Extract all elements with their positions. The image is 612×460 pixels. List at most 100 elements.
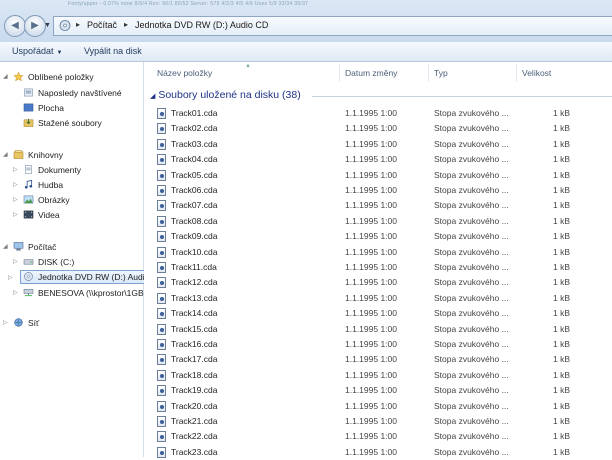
file-name: Track13.cda bbox=[171, 292, 218, 303]
file-name: Track18.cda bbox=[171, 369, 218, 380]
collapsed-arrow-icon[interactable]: ▷ bbox=[13, 196, 18, 203]
file-date: 1.1.1995 1:00 bbox=[345, 354, 397, 365]
breadcrumb-separator-icon[interactable]: ▸ bbox=[76, 20, 80, 29]
address-breadcrumb[interactable]: ▸ Počítač ▸ Jednotka DVD RW (D:) Audio C… bbox=[53, 16, 612, 36]
file-date: 1.1.1995 1:00 bbox=[345, 277, 397, 288]
organize-button[interactable]: Uspořádat ▼ bbox=[12, 46, 62, 56]
expanded-arrow-icon[interactable]: ◢ bbox=[3, 243, 8, 250]
table-row[interactable]: Track02.cda 1.1.1995 1:00 Stopa zvukového … bbox=[144, 121, 612, 136]
table-row[interactable]: Track14.cda 1.1.1995 1:00 Stopa zvukového … bbox=[144, 306, 612, 321]
sidebar-item-videos[interactable]: ▷ Videa bbox=[13, 210, 60, 220]
collapsed-arrow-icon[interactable]: ▷ bbox=[13, 289, 18, 296]
burn-to-disc-button[interactable]: Vypálit na disk bbox=[84, 46, 142, 56]
file-date: 1.1.1995 1:00 bbox=[345, 323, 397, 334]
expanded-arrow-icon[interactable]: ◢ bbox=[3, 151, 8, 158]
command-bar: Uspořádat ▼ Vypálit na disk bbox=[0, 42, 612, 62]
sidebar-item-pictures[interactable]: ▷ Obrázky bbox=[13, 195, 70, 205]
file-date: 1.1.1995 1:00 bbox=[345, 385, 397, 396]
expanded-arrow-icon[interactable]: ◢ bbox=[3, 73, 8, 80]
file-type: Stopa zvukového ... bbox=[434, 323, 509, 334]
breadcrumb-separator-icon[interactable]: ▸ bbox=[124, 20, 128, 29]
file-type: Stopa zvukového ... bbox=[434, 385, 509, 396]
sidebar-item-downloads[interactable]: Stažené soubory bbox=[23, 118, 102, 128]
column-header-date[interactable]: Datum změny bbox=[345, 68, 397, 78]
file-date: 1.1.1995 1:00 bbox=[345, 431, 397, 442]
audio-track-file-icon bbox=[157, 308, 166, 320]
sidebar-item-recent[interactable]: Naposledy navštívené bbox=[23, 88, 122, 98]
sidebar-item-desktop[interactable]: Plocha bbox=[23, 103, 64, 113]
music-icon bbox=[24, 180, 33, 189]
collapsed-arrow-icon[interactable]: ▷ bbox=[13, 181, 18, 188]
group-header-label: Soubory uložené na disku (38) bbox=[158, 89, 301, 101]
table-row[interactable]: Track17.cda 1.1.1995 1:00 Stopa zvukového … bbox=[144, 352, 612, 367]
breadcrumb-computer[interactable]: Počítač bbox=[87, 20, 117, 30]
table-row[interactable]: Track12.cda 1.1.1995 1:00 Stopa zvukového … bbox=[144, 275, 612, 290]
table-row[interactable]: Track19.cda 1.1.1995 1:00 Stopa zvukového … bbox=[144, 383, 612, 398]
expanded-arrow-icon[interactable]: ◢ bbox=[150, 93, 155, 100]
table-row[interactable]: Track18.cda 1.1.1995 1:00 Stopa zvukového … bbox=[144, 368, 612, 383]
file-name: Track20.cda bbox=[171, 400, 218, 411]
file-type: Stopa zvukového ... bbox=[434, 138, 509, 149]
table-row[interactable]: Track04.cda 1.1.1995 1:00 Stopa zvukového … bbox=[144, 152, 612, 167]
sidebar-item-music[interactable]: ▷ Hudba bbox=[13, 180, 63, 190]
collapsed-arrow-icon[interactable]: ▷ bbox=[13, 258, 18, 265]
file-name: Track12.cda bbox=[171, 277, 218, 288]
organize-label: Uspořádat bbox=[12, 46, 54, 56]
file-date: 1.1.1995 1:00 bbox=[345, 400, 397, 411]
forward-button[interactable]: ▶ bbox=[24, 15, 46, 37]
column-divider[interactable] bbox=[428, 64, 429, 82]
table-row[interactable]: Track23.cda 1.1.1995 1:00 Stopa zvukového … bbox=[144, 445, 612, 460]
table-row[interactable]: Track06.cda 1.1.1995 1:00 Stopa zvukového … bbox=[144, 183, 612, 198]
file-type: Stopa zvukového ... bbox=[434, 215, 509, 226]
table-row[interactable]: Track11.cda 1.1.1995 1:00 Stopa zvukového … bbox=[144, 260, 612, 275]
collapsed-arrow-icon[interactable]: ▷ bbox=[3, 319, 8, 326]
sidebar-network[interactable]: ▷ Síť bbox=[3, 318, 39, 328]
table-row[interactable]: Track10.cda 1.1.1995 1:00 Stopa zvukového … bbox=[144, 245, 612, 260]
sidebar-favorites[interactable]: ◢ Oblíbené položky bbox=[3, 72, 94, 82]
table-row[interactable]: Track08.cda 1.1.1995 1:00 Stopa zvukového … bbox=[144, 214, 612, 229]
back-button[interactable]: ◀ bbox=[4, 15, 26, 37]
group-header[interactable]: ◢ Soubory uložené na disku (38) bbox=[150, 89, 301, 101]
column-header-size[interactable]: Velikost bbox=[522, 68, 551, 78]
table-row[interactable]: Track13.cda 1.1.1995 1:00 Stopa zvukového … bbox=[144, 291, 612, 306]
column-header-type[interactable]: Typ bbox=[434, 68, 448, 78]
file-date: 1.1.1995 1:00 bbox=[345, 108, 397, 118]
file-name: Track17.cda bbox=[171, 354, 218, 365]
sidebar-libraries[interactable]: ◢ Knihovny bbox=[3, 150, 63, 160]
table-row[interactable]: Track16.cda 1.1.1995 1:00 Stopa zvukového … bbox=[144, 337, 612, 352]
table-row[interactable]: Track21.cda 1.1.1995 1:00 Stopa zvukového … bbox=[144, 414, 612, 429]
sidebar-computer[interactable]: ◢ Počítač bbox=[3, 242, 57, 252]
recent-pages-dropdown-icon[interactable]: ▼ bbox=[44, 22, 51, 29]
table-row[interactable]: Track01.cda 1.1.1995 1:00 Stopa zvukového … bbox=[144, 106, 612, 121]
breadcrumb-dvd-drive[interactable]: Jednotka DVD RW (D:) Audio CD bbox=[135, 20, 268, 30]
column-divider[interactable] bbox=[516, 64, 517, 82]
burn-label: Vypálit na disk bbox=[84, 46, 142, 56]
table-row[interactable]: Track07.cda 1.1.1995 1:00 Stopa zvukového … bbox=[144, 198, 612, 213]
table-row[interactable]: Track03.cda 1.1.1995 1:00 Stopa zvukového … bbox=[144, 137, 612, 152]
column-divider[interactable] bbox=[339, 64, 340, 82]
file-name: Track03.cda bbox=[171, 138, 218, 149]
star-icon bbox=[13, 72, 24, 81]
table-row[interactable]: Track09.cda 1.1.1995 1:00 Stopa zvukového … bbox=[144, 229, 612, 244]
sidebar-item-documents[interactable]: ▷ Dokumenty bbox=[13, 165, 81, 175]
audio-track-file-icon bbox=[157, 154, 166, 166]
table-row[interactable]: Track15.cda 1.1.1995 1:00 Stopa zvukového … bbox=[144, 322, 612, 337]
sidebar-computer-label: Počítač bbox=[28, 242, 57, 252]
sidebar-item-disk-c[interactable]: ▷ DISK (C:) bbox=[13, 257, 74, 267]
file-date: 1.1.1995 1:00 bbox=[345, 292, 397, 303]
file-name: Track14.cda bbox=[171, 308, 218, 319]
table-row[interactable]: Track20.cda 1.1.1995 1:00 Stopa zvukového … bbox=[144, 399, 612, 414]
sort-indicator-icon: ▲ bbox=[245, 63, 251, 69]
collapsed-arrow-icon[interactable]: ▷ bbox=[8, 274, 13, 281]
sidebar-item-network-drive[interactable]: ▷ BENESOVA (\\kprostor\1GB bbox=[13, 288, 144, 298]
file-size: 1 kB bbox=[552, 200, 570, 211]
sidebar-item-label: Videa bbox=[38, 210, 60, 220]
table-row[interactable]: Track22.cda 1.1.1995 1:00 Stopa zvukového … bbox=[144, 429, 612, 444]
column-header-name[interactable]: Název položky bbox=[157, 68, 212, 78]
collapsed-arrow-icon[interactable]: ▷ bbox=[13, 166, 18, 173]
table-row[interactable]: Track05.cda 1.1.1995 1:00 Stopa zvukového … bbox=[144, 168, 612, 183]
collapsed-arrow-icon[interactable]: ▷ bbox=[13, 211, 18, 218]
file-size: 1 kB bbox=[552, 323, 570, 334]
downloads-folder-icon bbox=[23, 118, 34, 127]
audio-track-file-icon bbox=[157, 369, 166, 381]
